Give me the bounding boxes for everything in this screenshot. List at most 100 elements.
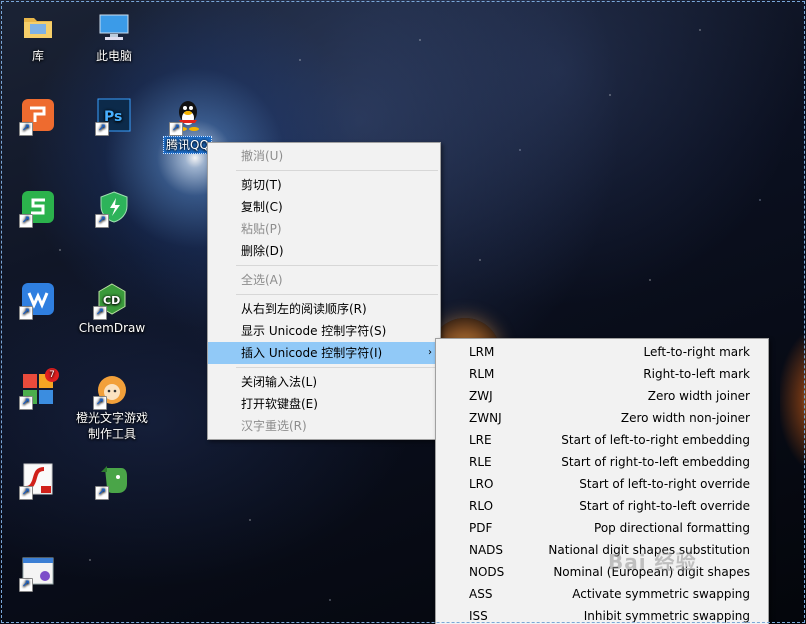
control-code: ISS [469, 609, 488, 623]
wps-writer-icon: ↗ [19, 282, 55, 320]
submenu-item-lro[interactable]: LRO Start of left-to-right override [436, 473, 768, 495]
desktop-icon-wps-spreadsheet[interactable]: ↗ [0, 190, 76, 228]
control-code: LRM [469, 345, 495, 359]
computer-icon [97, 10, 131, 44]
control-code: RLM [469, 367, 495, 381]
context-menu: 撤消(U) 剪切(T) 复制(C) 粘贴(P) 删除(D) 全选(A) 从右到左… [207, 142, 441, 440]
control-code: PDF [469, 521, 493, 535]
desktop-icon-wps-presentation[interactable]: ↗ [0, 98, 76, 136]
unicode-control-submenu: LRM Left-to-right mark RLM Right-to-left m… [435, 338, 769, 624]
desktop-icon-flash[interactable]: ↗ [0, 462, 76, 500]
desktop-icon-orange-light[interactable]: ↗ 橙光文字游戏制作工具 [74, 372, 150, 442]
control-description: National digit shapes substitution [548, 543, 750, 557]
menu-item-cut[interactable]: 剪切(T) [208, 174, 440, 196]
menu-separator [236, 367, 438, 368]
submenu-item-nods[interactable]: NODS Nominal (European) digit shapes [436, 561, 768, 583]
control-code: LRO [469, 477, 494, 491]
submenu-item-nads[interactable]: NADS National digit shapes substitution [436, 539, 768, 561]
menu-item-soft-keyboard[interactable]: 打开软键盘(E) [208, 393, 440, 415]
wallpaper-flare [780, 330, 806, 470]
desktop-icon-this-pc[interactable]: 此电脑 [76, 10, 152, 64]
control-description: Nominal (European) digit shapes [553, 565, 750, 579]
shortcut-arrow-icon: ↗ [19, 214, 33, 228]
control-code: RLE [469, 455, 492, 469]
desktop-icon-label: 库 [31, 49, 44, 63]
desktop-icon-window-app[interactable]: ↗ [0, 554, 76, 592]
submenu-item-rle[interactable]: RLE Start of right-to-left embedding [436, 451, 768, 473]
shield-icon: ↗ [95, 190, 131, 228]
control-code: ZWJ [469, 389, 493, 403]
menu-item-paste[interactable]: 粘贴(P) [208, 218, 440, 240]
menu-separator [236, 170, 438, 171]
desktop-icon-chemdraw[interactable]: CD ↗ ChemDraw [74, 282, 150, 336]
control-description: Left-to-right mark [643, 345, 750, 359]
shortcut-arrow-icon: ↗ [93, 306, 107, 320]
control-description: Right-to-left mark [643, 367, 750, 381]
menu-item-insert-unicode-control[interactable]: 插入 Unicode 控制字符(I) › [208, 342, 440, 364]
desktop-icon-app-store[interactable]: 7 ↗ [0, 368, 76, 410]
wps-presentation-icon: ↗ [19, 98, 55, 136]
folder-icon [21, 10, 55, 44]
window-app-icon: ↗ [19, 554, 55, 592]
control-code: NADS [469, 543, 504, 557]
desktop-icon-label: ChemDraw [78, 321, 146, 335]
desktop-icon-security[interactable]: ↗ [76, 190, 152, 228]
flash-icon: ↗ [19, 462, 55, 500]
menu-item-copy[interactable]: 复制(C) [208, 196, 440, 218]
qq-rename-field[interactable]: 腾讯QQ [163, 136, 212, 154]
control-description: Activate symmetric swapping [572, 587, 750, 601]
control-description: Start of left-to-right override [579, 477, 750, 491]
wps-spreadsheet-icon: ↗ [19, 190, 55, 228]
submenu-item-rlm[interactable]: RLM Right-to-left mark [436, 363, 768, 385]
desktop-icon-photoshop[interactable]: Ps ↗ 腾讯QQ [76, 98, 152, 136]
control-description: Start of left-to-right embedding [561, 433, 750, 447]
menu-item-undo[interactable]: 撤消(U) [208, 145, 440, 167]
shortcut-arrow-icon: ↗ [19, 578, 33, 592]
notification-badge: 7 [45, 368, 59, 382]
menu-item-delete[interactable]: 删除(D) [208, 240, 440, 262]
control-description: Zero width non-joiner [620, 411, 750, 425]
photoshop-icon: Ps ↗ [95, 98, 131, 136]
shortcut-arrow-icon: ↗ [19, 486, 33, 500]
submenu-item-rlo[interactable]: RLO Start of right-to-left override [436, 495, 768, 517]
menu-item-select-all[interactable]: 全选(A) [208, 269, 440, 291]
shortcut-arrow-icon: ↗ [93, 396, 107, 410]
control-code: RLO [469, 499, 494, 513]
control-description: Start of right-to-left override [579, 499, 750, 513]
desktop-icon-label: 橙光文字游戏制作工具 [76, 411, 149, 441]
desktop-icon-qq[interactable]: ↗ 腾讯QQ [150, 98, 226, 154]
submenu-item-iss[interactable]: ISS Inhibit symmetric swapping [436, 605, 768, 624]
desktop-icon-library[interactable]: 库 [0, 10, 76, 64]
control-code: LRE [469, 433, 492, 447]
shortcut-arrow-icon: ↗ [19, 306, 33, 320]
control-description: Inhibit symmetric swapping [583, 609, 750, 623]
submenu-item-zwnj[interactable]: ZWNJ Zero width non-joiner [436, 407, 768, 429]
submenu-item-ass[interactable]: ASS Activate symmetric swapping [436, 583, 768, 605]
submenu-item-zwj[interactable]: ZWJ Zero width joiner [436, 385, 768, 407]
menu-item-show-unicode-control[interactable]: 显示 Unicode 控制字符(S) [208, 320, 440, 342]
menu-item-reconvert[interactable]: 汉字重选(R) [208, 415, 440, 437]
qq-penguin-icon: ↗ [169, 98, 205, 136]
desktop-icon-wps-writer[interactable]: ↗ [0, 282, 76, 320]
orange-light-game-icon: ↗ [93, 372, 129, 410]
menu-item-close-ime[interactable]: 关闭输入法(L) [208, 371, 440, 393]
submenu-item-pdf[interactable]: PDF Pop directional formatting [436, 517, 768, 539]
control-description: Start of right-to-left embedding [561, 455, 750, 469]
control-description: Zero width joiner [647, 389, 750, 403]
submenu-item-lrm[interactable]: LRM Left-to-right mark [436, 341, 768, 363]
desktop-icon-label: 此电脑 [95, 49, 132, 63]
menu-separator [236, 294, 438, 295]
menu-item-rtl-reading-order[interactable]: 从右到左的阅读顺序(R) [208, 298, 440, 320]
shortcut-arrow-icon: ↗ [19, 122, 33, 136]
shortcut-arrow-icon: ↗ [95, 122, 109, 136]
app-tiles-icon: 7 ↗ [19, 368, 59, 410]
desktop[interactable]: 库 ↗ ↗ ↗ 7 ↗ ↗ ↗ 此电脑 Ps ↗ ↗ CD ↗ ChemDraw… [0, 0, 806, 624]
shortcut-arrow-icon: ↗ [95, 486, 109, 500]
desktop-icon-evernote[interactable]: ↗ [76, 462, 152, 500]
menu-item-label: 插入 Unicode 控制字符(I) [241, 346, 383, 360]
shortcut-arrow-icon: ↗ [19, 396, 33, 410]
evernote-icon: ↗ [95, 462, 131, 500]
shortcut-arrow-icon: ↗ [169, 122, 183, 136]
submenu-item-lre[interactable]: LRE Start of left-to-right embedding [436, 429, 768, 451]
control-code: ASS [469, 587, 493, 601]
